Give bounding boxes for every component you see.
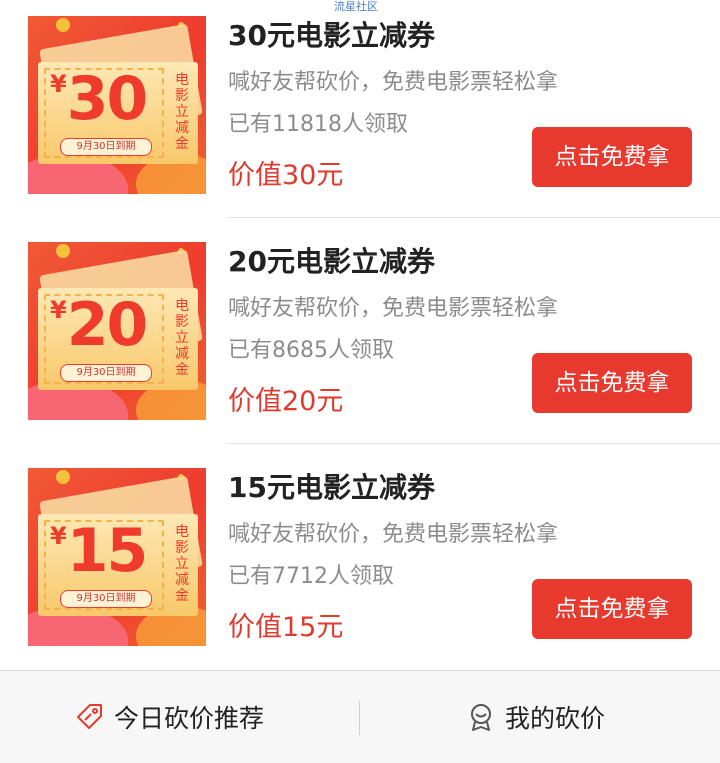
tab-label: 今日砍价推荐: [114, 704, 265, 733]
ticket: ¥15 9月30日到期 电影立减金: [38, 514, 198, 616]
tab-today-recommend[interactable]: 今日砍价推荐: [74, 671, 264, 763]
currency-symbol: ¥: [50, 70, 67, 98]
claim-free-button[interactable]: 点击免费拿: [532, 127, 692, 187]
coupon-claim-count: 已有8685人领取: [228, 338, 394, 363]
coupon-item[interactable]: ¥30 9月30日到期 电影立减金 30元电影立减券 喊好友帮砍价，免费电影票轻…: [0, 0, 720, 226]
coupon-claim-count: 已有11818人领取: [228, 112, 408, 137]
claim-free-button[interactable]: 点击免费拿: [532, 579, 692, 639]
ticket-expiry: 9月30日到期: [60, 590, 152, 608]
coupon-price: 价值15元: [228, 612, 344, 643]
decor-dot: [56, 18, 70, 32]
ticket-side-text: 电影立减金: [175, 72, 189, 152]
divider: [226, 217, 720, 218]
tab-divider: [359, 701, 360, 735]
tag-icon: [74, 701, 106, 733]
coupon-thumbnail[interactable]: ¥15 9月30日到期 电影立减金: [28, 468, 206, 646]
coupon-price: 价值30元: [228, 160, 344, 191]
coupon-claim-count: 已有7712人领取: [228, 564, 394, 589]
coupon-price: 价值20元: [228, 386, 344, 417]
decor-dot: [56, 244, 70, 258]
coupon-item[interactable]: ¥20 9月30日到期 电影立减金 20元电影立减券 喊好友帮砍价，免费电影票轻…: [0, 226, 720, 452]
coupon-description: 喊好友帮砍价，免费电影票轻松拿: [228, 70, 559, 95]
tab-my-bargains[interactable]: 我的砍价: [465, 671, 605, 763]
ticket-amount: ¥20: [50, 294, 148, 356]
currency-symbol: ¥: [50, 296, 67, 324]
coupon-description: 喊好友帮砍价，免费电影票轻松拿: [228, 296, 559, 321]
divider: [226, 443, 720, 444]
ticket-amount: ¥15: [50, 520, 148, 582]
coupon-thumbnail[interactable]: ¥20 9月30日到期 电影立减金: [28, 242, 206, 420]
coupon-title[interactable]: 15元电影立减券: [228, 468, 435, 508]
coupon-title[interactable]: 30元电影立减券: [228, 16, 435, 56]
ticket-amount: ¥30: [50, 68, 148, 130]
ticket: ¥30 9月30日到期 电影立减金: [38, 62, 198, 164]
coupon-title[interactable]: 20元电影立减券: [228, 242, 435, 282]
coupon-item[interactable]: ¥15 9月30日到期 电影立减金 15元电影立减券 喊好友帮砍价，免费电影票轻…: [0, 452, 720, 678]
amount-number: 30: [66, 64, 148, 134]
coupon-description: 喊好友帮砍价，免费电影票轻松拿: [228, 522, 559, 547]
bottom-nav-bar: 今日砍价推荐 我的砍价: [0, 670, 720, 763]
decor-dot: [56, 470, 70, 484]
tab-label: 我的砍价: [505, 704, 606, 733]
badge-icon: [465, 701, 497, 733]
amount-number: 15: [66, 516, 148, 586]
ticket-side-text: 电影立减金: [175, 524, 189, 604]
ticket-side-text: 电影立减金: [175, 298, 189, 378]
amount-number: 20: [66, 290, 148, 360]
ticket-expiry: 9月30日到期: [60, 364, 152, 382]
ticket: ¥20 9月30日到期 电影立减金: [38, 288, 198, 390]
currency-symbol: ¥: [50, 522, 67, 550]
coupon-thumbnail[interactable]: ¥30 9月30日到期 电影立减金: [28, 16, 206, 194]
ticket-expiry: 9月30日到期: [60, 138, 152, 156]
claim-free-button[interactable]: 点击免费拿: [532, 353, 692, 413]
